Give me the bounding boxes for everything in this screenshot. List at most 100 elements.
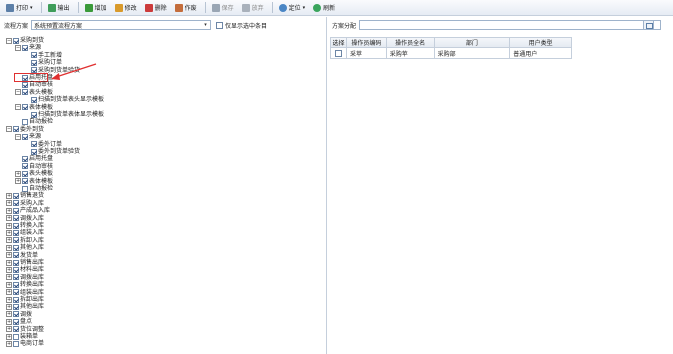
column-header[interactable]: 用户类型 xyxy=(510,37,572,48)
collapse-icon[interactable]: − xyxy=(15,104,21,111)
discard-button[interactable]: 放弃 xyxy=(239,1,267,14)
tree-node[interactable]: 自动报检 xyxy=(15,185,53,192)
row-select-checkbox[interactable] xyxy=(334,49,342,57)
tree-node-checkbox[interactable] xyxy=(13,126,19,133)
only-selected-checkbox[interactable] xyxy=(216,21,224,29)
tree-node-checkbox[interactable] xyxy=(13,244,19,251)
expand-icon[interactable]: + xyxy=(15,170,21,177)
table-row[interactable]: 采苹 采购苹 采购部 普通用户 xyxy=(331,48,573,59)
expand-icon[interactable]: + xyxy=(6,266,12,273)
tree-node[interactable]: + 表体模板 xyxy=(15,178,53,185)
column-header[interactable]: 选择 xyxy=(331,37,347,48)
tree-node[interactable]: + 表头模板 xyxy=(15,170,53,177)
tree-node-checkbox[interactable] xyxy=(22,133,28,140)
tree-node[interactable]: + 组装出库 xyxy=(6,289,44,296)
expand-icon[interactable]: + xyxy=(6,229,12,236)
column-header[interactable]: 操作员全名 xyxy=(386,37,435,48)
column-header[interactable]: 操作员编码 xyxy=(346,37,387,48)
tree-node-checkbox[interactable] xyxy=(22,170,28,177)
tree-node[interactable]: + 调拨出库 xyxy=(6,274,44,281)
tree-node-checkbox[interactable] xyxy=(13,296,19,303)
tree-node-checkbox[interactable] xyxy=(13,200,19,207)
chevron-down-icon[interactable]: ▾ xyxy=(30,5,33,11)
tree-node-checkbox[interactable] xyxy=(13,229,19,236)
tree-node[interactable]: 委外到货单验货 xyxy=(24,148,80,155)
tree-node[interactable]: + 采购入库 xyxy=(6,200,44,207)
row-select-cell[interactable] xyxy=(331,48,347,59)
tree-node-checkbox[interactable] xyxy=(13,326,19,333)
expand-icon[interactable]: + xyxy=(6,318,12,325)
collapse-icon[interactable]: − xyxy=(15,133,21,140)
expand-icon[interactable]: + xyxy=(6,274,12,281)
printer-button[interactable]: 打印 ▾ xyxy=(3,1,36,14)
tree-node[interactable]: + 电商订单 xyxy=(6,340,44,347)
tree-node-checkbox[interactable] xyxy=(13,289,19,296)
chevron-down-icon[interactable]: ▾ xyxy=(303,5,306,11)
tree-node-checkbox[interactable] xyxy=(13,192,19,199)
tree-node-checkbox[interactable] xyxy=(13,333,19,340)
tree-node-checkbox[interactable] xyxy=(31,141,37,148)
add-button[interactable]: 增加 xyxy=(82,1,110,14)
expand-icon[interactable]: + xyxy=(6,222,12,229)
tree-node[interactable]: + 销售出库 xyxy=(6,259,44,266)
tree-node[interactable]: + 转换出库 xyxy=(6,281,44,288)
tree-node-checkbox[interactable] xyxy=(13,318,19,325)
locate-button[interactable]: 定位 ▾ xyxy=(276,1,309,14)
tree-node-checkbox[interactable] xyxy=(13,311,19,318)
tree-node-checkbox[interactable] xyxy=(22,81,28,88)
expand-icon[interactable]: + xyxy=(6,289,12,296)
collapse-icon[interactable]: − xyxy=(6,37,12,44)
tree-node[interactable]: − 表头模板 xyxy=(15,89,53,96)
tree-node[interactable]: − 委外到货 xyxy=(6,126,44,133)
expand-icon[interactable]: + xyxy=(15,178,21,185)
tree-node[interactable]: + 组装入库 xyxy=(6,229,44,236)
tree-node[interactable]: − 采购到货 xyxy=(6,37,44,44)
only-selected-toggle[interactable]: 仅显示选中条目 xyxy=(216,21,267,30)
expand-icon[interactable]: + xyxy=(6,237,12,244)
collapse-icon[interactable]: − xyxy=(15,89,21,96)
tree-node[interactable]: 委外订单 xyxy=(24,141,62,148)
tree-node[interactable]: 自动审核 xyxy=(15,163,53,170)
void-button[interactable]: 作废 xyxy=(172,1,200,14)
collapse-icon[interactable]: − xyxy=(15,44,21,51)
edit-button[interactable]: 修改 xyxy=(112,1,140,14)
expand-icon[interactable]: + xyxy=(6,244,12,251)
expand-icon[interactable]: + xyxy=(6,207,12,214)
expand-icon[interactable]: + xyxy=(6,215,12,222)
export-button[interactable]: 输出 xyxy=(45,1,73,14)
expand-icon[interactable]: + xyxy=(6,296,12,303)
tree-node-checkbox[interactable] xyxy=(31,52,37,59)
tree-node[interactable]: + 产成品入库 xyxy=(6,207,50,214)
expand-icon[interactable]: + xyxy=(6,259,12,266)
tree-node[interactable]: + 调拨 xyxy=(6,311,32,318)
tree-node-checkbox[interactable] xyxy=(13,259,19,266)
tree-node[interactable]: + 调拨入库 xyxy=(6,215,44,222)
tree-node-checkbox[interactable] xyxy=(22,118,28,125)
tree-node-checkbox[interactable] xyxy=(22,185,28,192)
assignment-input[interactable] xyxy=(359,20,662,30)
collapse-icon[interactable]: − xyxy=(6,126,12,133)
tree-node[interactable]: + 其他出库 xyxy=(6,303,44,310)
refresh-button[interactable]: 刷新 xyxy=(310,1,338,14)
tree-node[interactable]: − 表体模板 xyxy=(15,104,53,111)
tree-node[interactable]: + 材料出库 xyxy=(6,266,44,273)
tree-node-checkbox[interactable] xyxy=(31,59,37,66)
tree-node-checkbox[interactable] xyxy=(13,237,19,244)
tree-node-checkbox[interactable] xyxy=(22,155,28,162)
column-header[interactable]: 部门 xyxy=(434,37,511,48)
tree-node[interactable]: 扫描到货单表体显示模板 xyxy=(24,111,104,118)
tree-node-checkbox[interactable] xyxy=(13,37,19,44)
tree-node[interactable]: 启用托盘 xyxy=(15,155,53,162)
tree-node-checkbox[interactable] xyxy=(31,148,37,155)
tree-node-checkbox[interactable] xyxy=(22,44,28,51)
tree-node-checkbox[interactable] xyxy=(22,163,28,170)
expand-icon[interactable]: + xyxy=(6,311,12,318)
tree-node[interactable]: + 装箱单 xyxy=(6,333,38,340)
tree-node-checkbox[interactable] xyxy=(13,266,19,273)
tree-node[interactable]: − 来源 xyxy=(15,44,41,51)
scheme-select[interactable]: 系统预置流程方案 ▾ xyxy=(31,20,212,30)
expand-icon[interactable]: + xyxy=(6,340,12,347)
tree-node[interactable]: + 拆卸出库 xyxy=(6,296,44,303)
tree-node-checkbox[interactable] xyxy=(22,104,28,111)
tree-node[interactable]: 自动审核 xyxy=(15,81,53,88)
